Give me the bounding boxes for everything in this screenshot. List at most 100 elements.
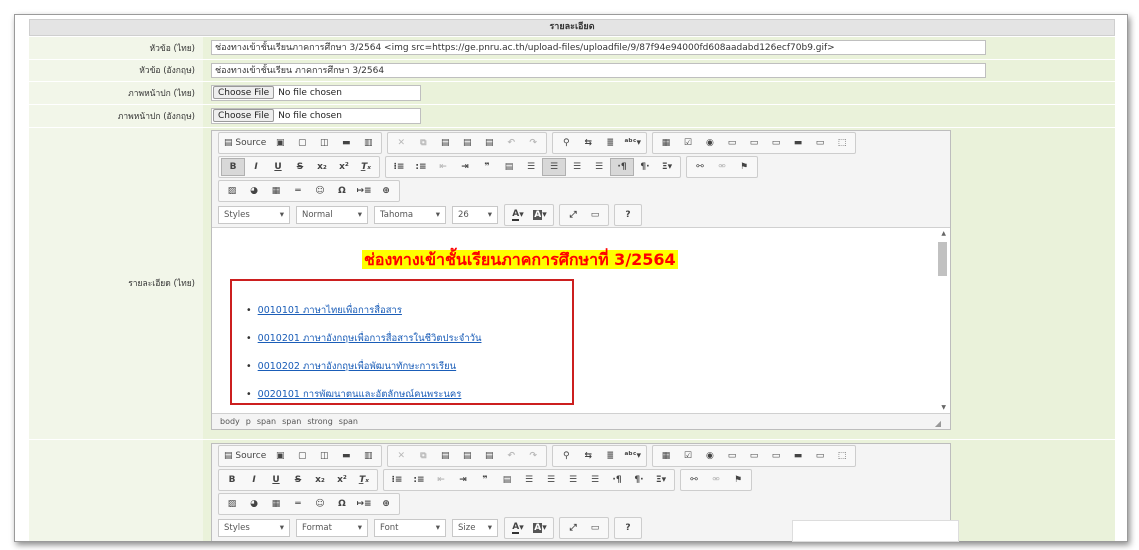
templates-icon[interactable]: ▥ [357,447,379,465]
textarea-icon[interactable]: ▭ [743,134,765,152]
preview-icon[interactable]: ◫ [313,134,335,152]
hidden-field-icon[interactable]: ⬚ [831,134,853,152]
smiley-icon[interactable]: ☺ [309,182,331,200]
radio-icon[interactable]: ◉ [699,134,721,152]
new-page-icon[interactable]: ▢ [291,447,313,465]
paste-word-icon[interactable]: ▤ [478,447,500,465]
numbered-list-icon[interactable]: ⁝≡ [386,471,408,489]
indent-icon[interactable]: ⇥ [454,158,476,176]
link-icon[interactable]: ⚯ [683,471,705,489]
bg-color-icon[interactable]: A ▾ [529,206,551,224]
button-icon[interactable]: ▬ [787,134,809,152]
scroll-up-icon[interactable]: ▲ [941,230,946,237]
ltr-icon[interactable]: ·¶ [610,157,634,176]
vertical-scrollbar[interactable]: ▲ ▼ [937,230,948,411]
scroll-down-icon[interactable]: ▼ [941,404,946,411]
replace-icon[interactable]: ⇆ [577,447,599,465]
blockquote-icon[interactable]: ❞ [474,471,496,489]
format-dropdown[interactable]: Format ▾ [296,518,368,537]
editor-content-area[interactable]: ช่องทางเข้าชั้นเรียนภาคการศึกษาที่ 3/256… [212,226,950,414]
page-break-icon[interactable]: ↦≡ [353,182,375,200]
maximize-icon[interactable]: ⤢ [562,519,584,537]
bg-color-icon[interactable]: A ▾ [529,519,551,537]
cover-th-file-input[interactable]: Choose File No file chosen [211,84,421,101]
title-th-input[interactable]: ช่องทางเข้าชั้นเรียนภาคการศึกษา 3/2564 <… [211,40,986,56]
maximize-icon[interactable]: ⤢ [562,206,584,224]
copy-icon[interactable]: ⧉ [412,134,434,152]
align-center-icon[interactable]: ☰ [540,471,562,489]
remove-format-icon[interactable]: T̲ₓ [353,471,375,489]
undo-icon[interactable]: ↶ [500,447,522,465]
horizontal-line-icon[interactable]: ═ [287,495,309,513]
strike-icon[interactable]: S [289,158,311,176]
align-left-icon[interactable]: ☰ [520,158,542,176]
path-item[interactable]: span [282,417,301,426]
show-blocks-icon[interactable]: ▭ [584,519,606,537]
title-en-input[interactable]: ช่องทางเข้าชั้นเรียน ภาคการศึกษา 3/2564 [211,62,986,78]
course-link[interactable]: 0010101 ภาษาไทยเพื่อการสื่อสาร [258,305,402,316]
remove-format-icon[interactable]: T̲ₓ [355,158,377,176]
anchor-icon[interactable]: ⚑ [727,471,749,489]
course-link[interactable]: 0020101 การพัฒนาตนและอัตลักษณ์คนพระนคร [258,389,462,400]
cover-en-file-input[interactable]: Choose File No file chosen [211,107,421,124]
templates-icon[interactable]: ▥ [357,134,379,152]
path-item[interactable]: body [220,417,240,426]
find-icon[interactable]: ⚲ [555,134,577,152]
spellcheck-icon[interactable]: ᵃᵇᶜ▾ [621,134,644,152]
anchor-icon[interactable]: ⚑ [733,158,755,176]
path-item[interactable]: span [257,417,276,426]
image-button-icon[interactable]: ▭ [809,447,831,465]
rtl-icon[interactable]: ¶· [634,158,656,176]
superscript-icon[interactable]: x² [333,158,355,176]
size-dropdown[interactable]: Size ▾ [452,518,498,537]
div-icon[interactable]: ▤ [498,158,520,176]
format-dropdown[interactable]: Normal ▾ [296,205,368,224]
scrollbar-thumb[interactable] [938,241,947,276]
align-right-icon[interactable]: ☰ [562,471,584,489]
align-right-icon[interactable]: ☰ [566,158,588,176]
table-icon[interactable]: ▦ [265,182,287,200]
outdent-icon[interactable]: ⇤ [432,158,454,176]
paste-icon[interactable]: ▤ [434,447,456,465]
choose-file-button[interactable]: Choose File [213,86,275,99]
bold-icon[interactable]: B [221,157,245,176]
select-icon[interactable]: ▭ [765,447,787,465]
about-icon[interactable]: ? [617,206,639,224]
align-center-icon[interactable]: ☰ [542,157,566,176]
checkbox-icon[interactable]: ☑ [677,134,699,152]
redo-icon[interactable]: ↷ [522,134,544,152]
horizontal-line-icon[interactable]: ═ [287,182,309,200]
outdent-icon[interactable]: ⇤ [430,471,452,489]
course-link[interactable]: 0010202 ภาษาอังกฤษเพื่อพัฒนาทักษะการเรีย… [258,361,457,372]
paste-icon[interactable]: ▤ [434,134,456,152]
form-icon[interactable]: ▦ [655,134,677,152]
course-link[interactable]: 0010201 ภาษาอังกฤษเพื่อการสื่อสารในชีวิต… [258,333,482,344]
blockquote-icon[interactable]: ❞ [476,158,498,176]
numbered-list-icon[interactable]: ⁝≡ [388,158,410,176]
hidden-field-icon[interactable]: ⬚ [831,447,853,465]
ltr-icon[interactable]: ·¶ [606,471,628,489]
source-button[interactable]: ▤ Source [221,447,269,465]
unlink-icon[interactable]: ⚮ [705,471,727,489]
form-icon[interactable]: ▦ [655,447,677,465]
source-button[interactable]: ▤ Source [221,134,269,152]
styles-dropdown[interactable]: Styles ▾ [218,518,290,537]
redo-icon[interactable]: ↷ [522,447,544,465]
strike-icon[interactable]: S [287,471,309,489]
language-icon[interactable]: Ξ▾ [650,471,672,489]
superscript-icon[interactable]: x² [331,471,353,489]
cut-icon[interactable]: ✕ [390,134,412,152]
image-icon[interactable]: ▨ [221,182,243,200]
language-icon[interactable]: Ξ▾ [656,158,678,176]
print-icon[interactable]: ▬ [335,447,357,465]
select-all-icon[interactable]: ≣ [599,447,621,465]
text-color-icon[interactable]: A ▾ [507,206,529,224]
textfield-icon[interactable]: ▭ [721,447,743,465]
text-color-icon[interactable]: A ▾ [507,519,529,537]
cut-icon[interactable]: ✕ [390,447,412,465]
new-page-icon[interactable]: ▢ [291,134,313,152]
rtl-icon[interactable]: ¶· [628,471,650,489]
justify-icon[interactable]: ☰ [584,471,606,489]
radio-icon[interactable]: ◉ [699,447,721,465]
iframe-icon[interactable]: ⊕ [375,182,397,200]
